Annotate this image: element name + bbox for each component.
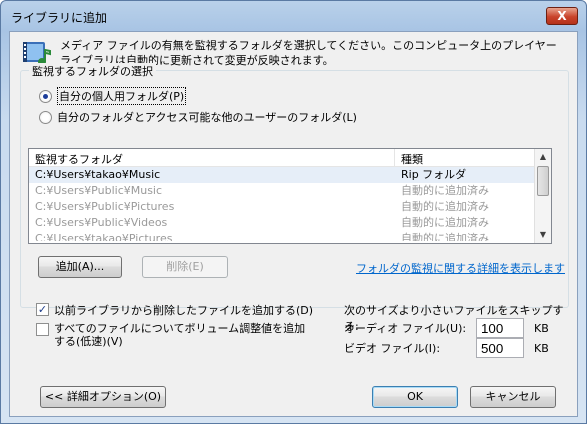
video-size-label: ビデオ ファイル(I): [344,342,441,355]
dialog-body: メディア ファイルの有無を監視するフォルダを選択してください。このコンピュータ上… [9,31,578,417]
window-title: ライブラリに追加 [11,11,108,25]
video-size-input[interactable] [476,338,524,358]
scroll-thumb[interactable] [537,166,549,196]
add-folder-button[interactable]: 追加(A)... [38,256,122,278]
folder-path: C:¥Users¥takao¥Music [35,168,161,181]
advanced-options-button[interactable]: << 詳細オプション(O) [40,386,166,408]
ok-button[interactable]: OK [372,386,458,408]
audio-size-row: オーディオ ファイル(U): KB [344,318,549,338]
folder-monitoring-details-link[interactable]: フォルダの監視に関する詳細を表示します [356,260,565,276]
radio-unselected-icon[interactable] [39,110,52,124]
list-item[interactable]: C:¥Users¥takao¥Pictures 自動的に追加済み [29,231,551,241]
close-icon: X [557,9,567,23]
audio-size-unit: KB [534,321,549,335]
radio-selected-icon[interactable] [39,89,52,103]
add-deleted-files-option[interactable]: ✓ 以前ライブラリから削除したファイルを追加する(D) [36,302,313,318]
radio-all-folders[interactable]: 自分のフォルダとアクセス可能な他のユーザーのフォルダ(L) [39,109,357,125]
video-size-row: ビデオ ファイル(I): KB [344,338,549,358]
list-item[interactable]: C:¥Users¥Public¥Videos 自動的に追加済み [29,215,551,231]
title-bar: ライブラリに追加 X [1,1,586,31]
folder-type: 自動的に追加済み [401,216,489,229]
folder-type: 自動的に追加済み [401,184,489,197]
list-header: 監視するフォルダ 種類 [29,149,551,167]
column-header-folder[interactable]: 監視するフォルダ [29,149,395,166]
list-item[interactable]: C:¥Users¥Public¥Music 自動的に追加済み [29,183,551,199]
folder-path: C:¥Users¥Public¥Music [35,184,163,197]
folder-path: C:¥Users¥Public¥Videos [35,216,168,229]
folder-type: 自動的に追加済み [401,200,489,213]
checkmark-icon[interactable]: ✓ [36,303,49,316]
radio-personal-folders[interactable]: 自分の個人用フォルダ(P) [39,87,187,105]
audio-size-label: オーディオ ファイル(U): [344,322,467,335]
volume-leveling-label: すべてのファイルについてボリューム調整値を追加する(低速)(V) [54,322,306,348]
add-to-library-dialog: ライブラリに追加 X メディア ファイルの有無を監視するフォルダを選択してくださ… [0,0,587,424]
list-item[interactable]: C:¥Users¥Public¥Pictures 自動的に追加済み [29,199,551,215]
checkbox-unchecked[interactable] [36,323,49,336]
scroll-down-icon[interactable]: ▼ [535,227,551,243]
radio-all-label: 自分のフォルダとアクセス可能な他のユーザーのフォルダ(L) [57,111,357,124]
add-deleted-files-label: 以前ライブラリから削除したファイルを追加する(D) [54,304,314,317]
audio-size-input[interactable] [476,318,524,338]
folder-list[interactable]: 監視するフォルダ 種類 C:¥Users¥takao¥Music Rip フォル… [28,148,552,244]
cancel-button[interactable]: キャンセル [470,386,556,408]
group-legend: 監視するフォルダの選択 [29,63,156,79]
folder-type: Rip フォルダ [401,168,467,181]
list-item[interactable]: C:¥Users¥takao¥Music Rip フォルダ [29,167,551,183]
close-button[interactable]: X [546,7,578,25]
column-header-type[interactable]: 種類 [395,149,535,166]
scroll-up-icon[interactable]: ▲ [535,149,551,165]
video-size-unit: KB [534,341,549,355]
remove-folder-button[interactable]: 削除(E) [142,256,228,278]
list-scrollbar[interactable]: ▲ ▼ [534,149,551,243]
volume-leveling-option[interactable]: すべてのファイルについてボリューム調整値を追加する(低速)(V) [36,322,306,348]
folder-path: C:¥Users¥Public¥Pictures [35,200,175,213]
folder-type: 自動的に追加済み [401,232,489,241]
folder-path: C:¥Users¥takao¥Pictures [35,232,173,241]
radio-personal-label: 自分の個人用フォルダ(P) [57,87,187,105]
